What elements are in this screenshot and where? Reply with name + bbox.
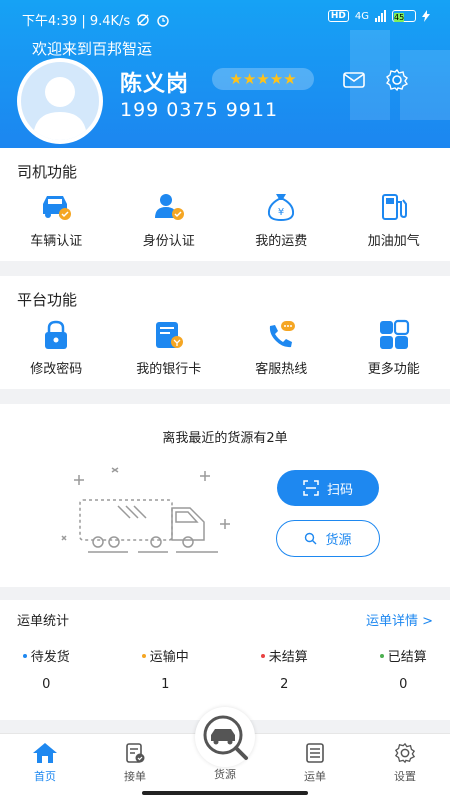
tab-waybill[interactable]: 运单 [270,742,360,784]
rating-stars: ★★★★★ [212,68,314,90]
stat-in-transit[interactable]: 运输中 1 [109,646,222,692]
avatar-placeholder-icon [33,77,87,140]
accept-order-icon [126,743,145,763]
platform-func-bank-card[interactable]: 我的银行卡 [113,318,226,377]
welcome-text: 欢迎来到百邦智运 [32,40,153,58]
tab-label: 运单 [304,770,326,783]
stat-value: 0 [42,677,51,692]
hd-icon: HD [327,10,349,22]
stat-label: 已结算 [387,650,427,665]
driver-func-my-freight[interactable]: ¥ 我的运费 [225,190,338,249]
settings-icon[interactable] [385,68,409,92]
tab-settings[interactable]: 设置 [360,742,450,784]
platform-func-change-password[interactable]: 修改密码 [0,318,113,377]
battery-level: 45 [394,13,405,22]
stat-label: 待发货 [30,650,70,665]
platform-functions-title: 平台功能 [17,291,78,309]
tab-home[interactable]: 首页 [0,742,90,784]
stat-value: 2 [280,677,289,692]
stat-pending-shipment[interactable]: 待发货 0 [0,646,103,692]
message-icon[interactable] [342,68,366,92]
tab-label: 接单 [124,770,146,783]
status-dot [260,653,265,658]
stat-unsettled[interactable]: 未结算 2 [228,646,341,692]
tab-cargo[interactable]: 货源 [180,766,270,782]
stat-settled[interactable]: 已结算 0 [347,646,450,692]
scan-button-label: 扫码 [326,481,353,497]
stat-value: 0 [399,677,408,692]
money-bag-icon: ¥ [268,194,295,222]
search-icon [305,532,317,545]
platform-func-label: 修改密码 [30,362,83,377]
star-icons: ★★★★★ [229,69,297,88]
driver-func-label: 车辆认证 [30,234,83,249]
platform-functions-card: 平台功能 修改密码 我的银行卡 客服热线 更多功能 [0,276,450,389]
waybill-detail-link[interactable]: 运单详情 > [366,610,433,629]
driver-func-label: 我的运费 [255,234,308,249]
cargo-button-label: 货源 [325,532,352,547]
driver-phone: 199 0375 9911 [120,99,279,121]
status-time: 下午4:39 | 9.4K/s [22,14,131,29]
driver-func-label: 身份认证 [142,234,195,249]
tab-label: 设置 [394,770,416,783]
tab-label: 货源 [214,768,236,781]
platform-func-label: 我的银行卡 [136,362,202,377]
tab-label: 首页 [34,770,56,783]
profile-header: 下午4:39 | 9.4K/s HD 4G 45 欢迎来到百邦智运 陈义岗 ★★… [0,0,450,148]
network-label: 4G [354,10,369,22]
bank-card-icon [155,322,183,348]
alarm-icon [157,14,169,27]
status-dot [141,653,146,658]
waybill-stats-title: 运单统计 [17,614,70,629]
platform-func-more[interactable]: 更多功能 [338,318,450,377]
signal-icon [375,10,386,22]
avatar[interactable] [17,58,103,144]
gesture-bar [142,791,308,795]
svg-text:¥: ¥ [278,207,284,218]
platform-func-label: 更多功能 [367,362,420,377]
cargo-search-icon [203,715,248,760]
truck-illustration [61,467,230,553]
stat-label: 运输中 [149,650,189,665]
driver-name: 陈义岗 [120,72,190,97]
lock-icon [45,320,68,349]
scan-button[interactable]: 扫码 [277,470,379,506]
driver-func-identity-auth[interactable]: 身份认证 [113,190,226,249]
status-dot [22,653,27,658]
settings-icon [394,742,416,764]
status-bar: 下午4:39 | 9.4K/s HD 4G 45 [0,0,450,34]
status-dot [379,653,384,658]
grid-icon [379,319,409,349]
driver-func-fuel[interactable]: 加油加气 [338,190,450,249]
scan-icon [303,480,319,496]
person-verify-icon [154,194,184,220]
platform-func-hotline[interactable]: 客服热线 [225,318,338,377]
truck-icon [43,196,72,220]
stat-value: 1 [161,677,170,692]
tab-accept-order[interactable]: 接单 [90,742,180,784]
home-icon [33,743,57,763]
battery-icon: 45 [392,10,416,22]
phone-chat-icon [270,321,296,348]
platform-func-label: 客服热线 [255,362,308,377]
nearby-cargo-title: 离我最近的货源有2单 [162,431,288,446]
charging-icon [422,10,430,22]
cargo-button[interactable]: 货源 [276,520,380,557]
driver-functions-card: 司机功能 车辆认证 身份认证 ¥ 我的运费 加油加气 [0,148,450,261]
stat-label: 未结算 [268,650,308,665]
mute-icon [137,13,149,26]
driver-func-vehicle-auth[interactable]: 车辆认证 [0,190,113,249]
fuel-pump-icon [381,194,407,220]
driver-func-label: 加油加气 [367,234,420,249]
cargo-search-fab[interactable] [195,707,255,767]
waybill-icon [306,743,324,763]
driver-functions-title: 司机功能 [17,163,78,181]
